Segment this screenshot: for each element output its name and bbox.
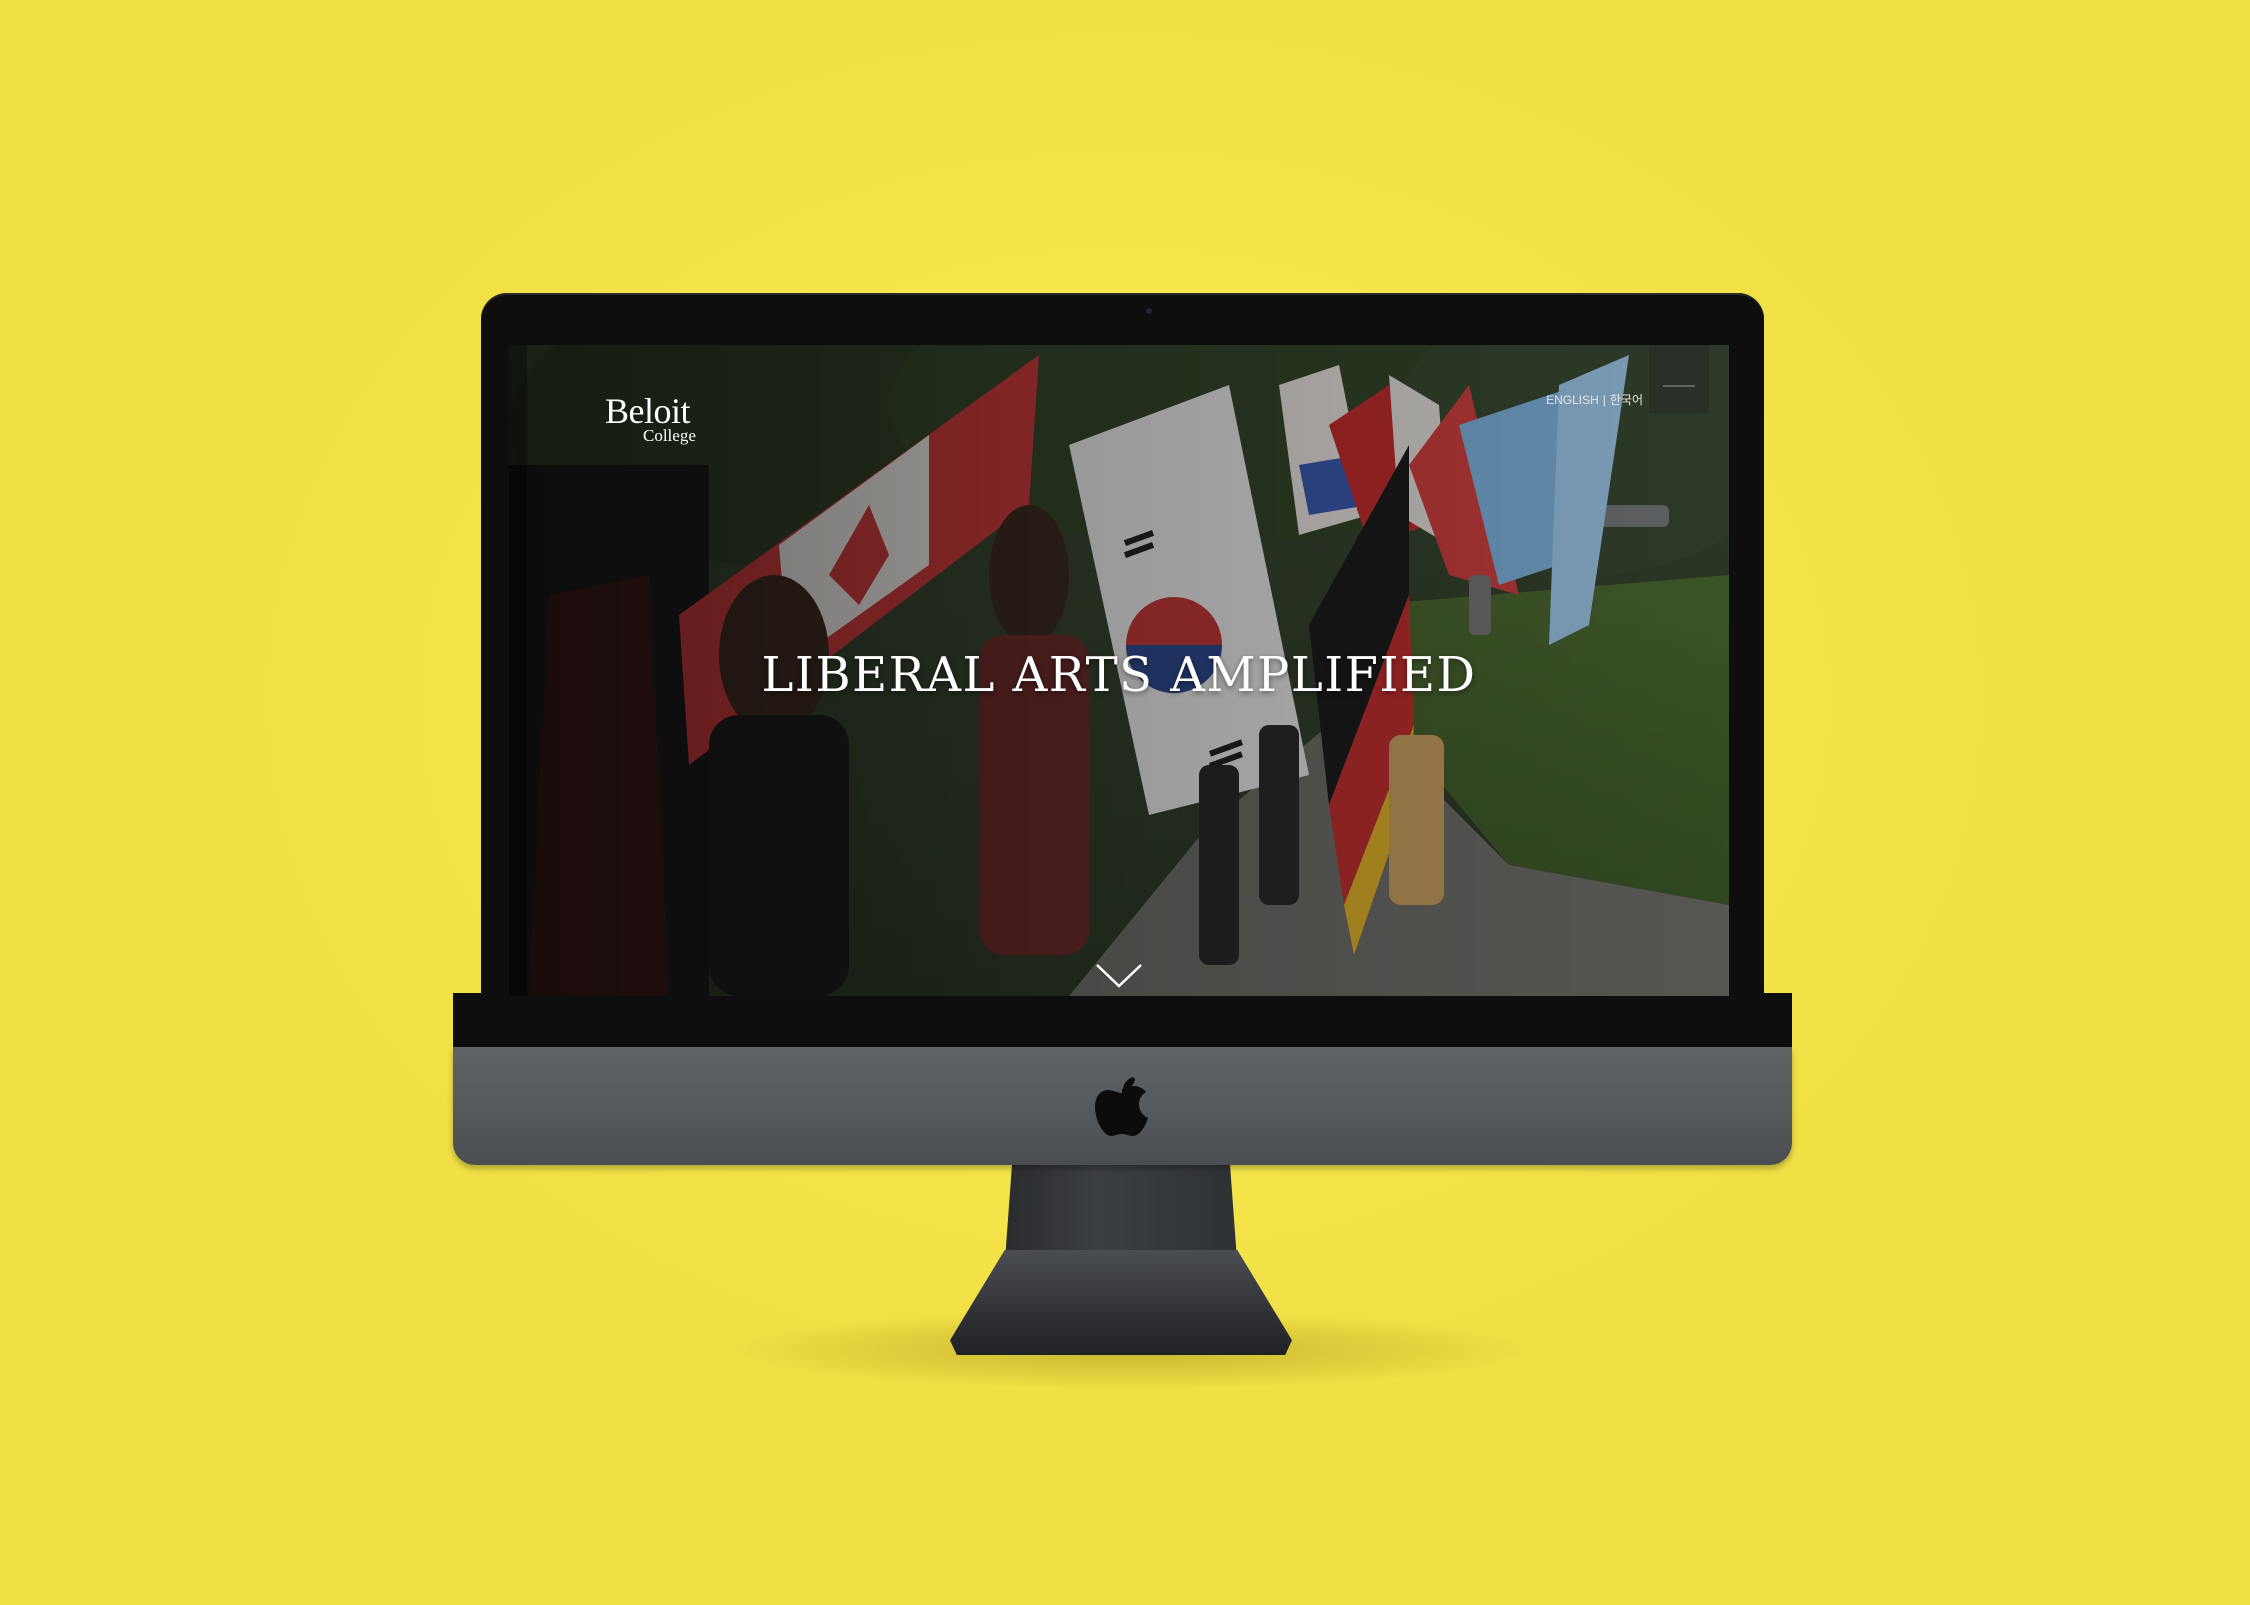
brand-subtitle: College	[643, 426, 696, 445]
monitor-stand-foot	[950, 1250, 1292, 1355]
website-screen: Beloit College ENGLISH | 한국어 LIBERAL ARTS …	[509, 345, 1729, 996]
monitor-bezel-lower	[453, 993, 1792, 1049]
monitor-stand-neck	[1005, 1165, 1237, 1260]
chevron-down-icon[interactable]	[1095, 963, 1143, 989]
brand-name: Beloit	[605, 391, 690, 431]
language-switcher: ENGLISH | 한국어	[1546, 393, 1643, 407]
language-english-link[interactable]: ENGLISH	[1546, 393, 1599, 407]
menu-toggle-button[interactable]	[1649, 345, 1709, 413]
apple-logo-icon	[1095, 1077, 1148, 1136]
camera-icon	[1146, 308, 1152, 314]
menu-line-icon	[1663, 385, 1695, 387]
language-korean-link[interactable]: 한국어	[1610, 393, 1643, 407]
hero-title: LIBERAL ARTS AMPLIFIED	[761, 647, 1477, 703]
language-separator: |	[1602, 393, 1606, 407]
beloit-college-logo[interactable]: Beloit College	[605, 393, 696, 445]
